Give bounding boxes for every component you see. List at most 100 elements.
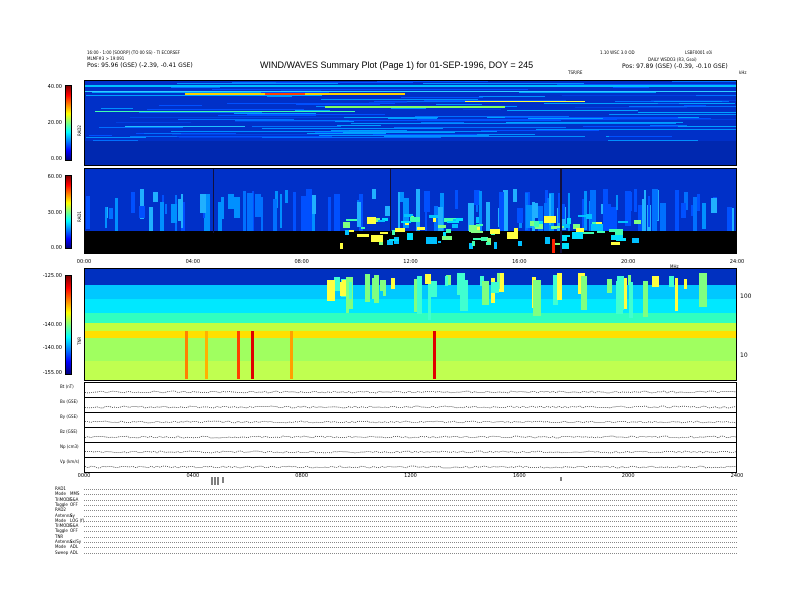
tnr-burst (684, 279, 687, 289)
rad1-burst (681, 203, 686, 218)
rad2-streak (463, 109, 501, 110)
rad1-colorbar (65, 175, 72, 249)
rad1-emission (472, 241, 475, 246)
tnr-band (85, 299, 736, 313)
header-right-line1: 1.10 WSC 3.0 OD (600, 50, 635, 55)
rad2-streak (684, 105, 706, 106)
footer-value: S&A (70, 496, 79, 502)
rad1-emission (545, 237, 550, 244)
rad1-emission (380, 232, 388, 234)
rad2-streak (374, 101, 407, 102)
rad2-streak (270, 82, 413, 83)
strip-line (85, 435, 736, 439)
rad2-streak (218, 115, 316, 116)
tnr-right-tick-0: 100 (740, 293, 752, 300)
footer-dotted-line (84, 494, 737, 496)
tnr-band (85, 323, 736, 331)
rad2-streak (144, 133, 181, 134)
rad1-emission (357, 234, 369, 237)
rad2-streak (349, 130, 386, 131)
tnr-burst (445, 276, 448, 286)
rad2-streak (638, 112, 736, 113)
rad2-streak (99, 127, 183, 128)
rad1-emission (410, 217, 420, 222)
rad1-burst (697, 194, 700, 211)
rad2-streak (212, 89, 391, 90)
rad1-burst (280, 194, 282, 228)
rad2-svg (85, 81, 736, 165)
footer-dotted-line (84, 547, 737, 549)
summary-plot-page: 16:00 - 1:00 [SOORP] (TO 00 SS) - TI ECO… (0, 0, 792, 612)
tnr-burst (482, 281, 489, 305)
rad1-emission (438, 225, 446, 228)
rad2-streak (333, 121, 354, 122)
tnr-burst (669, 276, 674, 287)
header-left-line1: 16:00 - 1:00 [SOORP] (TO 00 SS) - TI ECO… (87, 50, 181, 55)
header-right-line3: Pos: 97.89 (GSE) (-0.39, -0.10 GSE) (622, 63, 728, 70)
rad1-emission (395, 228, 405, 232)
rad1-burst (357, 202, 361, 227)
rad2-streak (130, 117, 344, 118)
tnr-burst (533, 280, 541, 316)
rad2-streak (423, 83, 584, 84)
rad1-burst (200, 194, 206, 213)
rad1-emission (343, 222, 350, 228)
tnr-spike (433, 331, 436, 379)
rad1-emission (486, 242, 490, 245)
footer-dotted-line (84, 504, 737, 506)
rad1-emission (582, 232, 594, 234)
rad2-streak (262, 128, 443, 129)
rad2-streak (171, 131, 327, 132)
rad1-burst (285, 190, 288, 203)
tnr-burst (557, 273, 562, 300)
footer-dotted-line (84, 520, 737, 522)
rad2-streak (384, 136, 585, 137)
rad1-burst (109, 208, 113, 219)
strip-xtick-label: 0000 (77, 473, 91, 479)
rad1-xtick-label: 24:00 (729, 259, 745, 265)
rad1-emission (371, 235, 383, 242)
tnr-burst (652, 276, 659, 287)
footer-label: Sweep (55, 549, 69, 555)
strip-trace (85, 405, 736, 409)
rad2-streak (235, 121, 335, 122)
footer-value: Sy (70, 512, 75, 518)
rad1-emission (340, 243, 343, 249)
rad1-xtick-label: 00:00 (76, 259, 92, 265)
rad1-burst (513, 189, 517, 202)
rad1-emission (616, 238, 626, 241)
footer-label: Toggle (55, 528, 68, 534)
rad2-streak (93, 140, 138, 141)
rad1-ytick-2: 0.00 (50, 245, 62, 251)
rad1-gap (213, 169, 214, 233)
rad2-streak (86, 95, 274, 96)
header-corner: LSBF0001 s0i (685, 50, 713, 55)
rad2-streak (613, 87, 649, 88)
footer-value: Sx/Sy (70, 539, 82, 544)
rad2-streak (540, 123, 676, 124)
rad1-emission (401, 221, 411, 223)
rad1-burst (153, 192, 158, 202)
rad1-emission (429, 215, 438, 218)
rad2-streak (262, 137, 441, 138)
rad2-streak (678, 126, 736, 127)
rad2-streak (507, 110, 638, 111)
rad1-burst (584, 191, 587, 230)
rad1-emission (443, 232, 446, 236)
rad2-streak (234, 113, 316, 114)
tnr-burst (675, 278, 678, 311)
rad2-streak (658, 103, 679, 104)
strip-label: Bz (GSE) (60, 429, 78, 434)
rad1-emission (346, 219, 357, 221)
tnr-spike (185, 331, 188, 379)
header-right-line2: DAILY WSDO3 (R3, Gsoi) (648, 57, 697, 62)
rad2-spectrogram (84, 80, 737, 166)
rad2-streak (665, 119, 736, 120)
tnr-burst (643, 281, 648, 317)
rad2-streak (575, 107, 687, 108)
tnr-spike (237, 331, 240, 379)
tnr-burst (624, 278, 627, 309)
rad1-svg (85, 169, 736, 253)
rad2-streak (651, 100, 736, 101)
strip-line (85, 405, 736, 409)
